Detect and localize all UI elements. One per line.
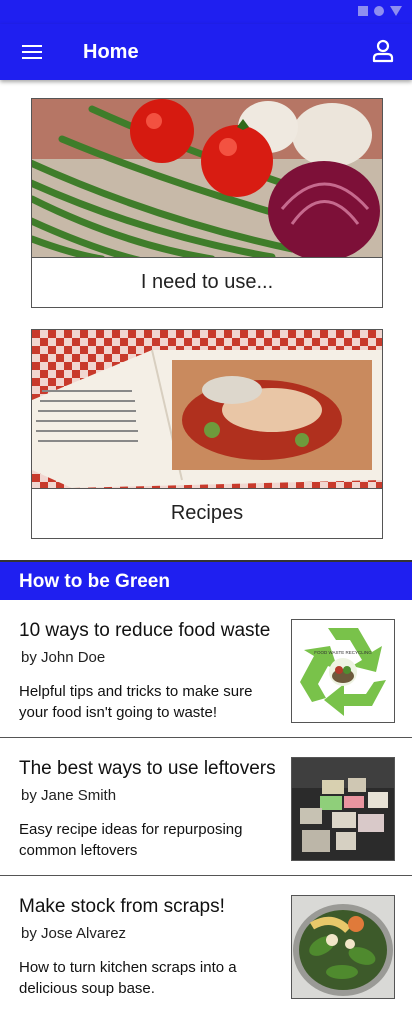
ingredients-card-label: I need to use... [140,271,274,293]
article-author: by Jose Alvarez [21,925,127,942]
hamburger-menu-icon[interactable] [20,40,44,64]
vegetables-image [32,99,382,258]
vegetable-scraps-pot-image [291,895,395,999]
account-icon[interactable] [370,38,396,64]
article-item[interactable]: 10 ways to reduce food waste by John Doe… [0,600,412,738]
article-author: by John Doe [21,649,106,666]
status-icons [358,6,402,16]
article-title: Make stock from scraps! [19,896,225,917]
app-bar: Home [0,24,412,80]
article-title: The best ways to use leftovers [19,758,276,779]
article-title: 10 ways to reduce food waste [19,620,271,641]
ingredients-card[interactable]: I need to use... [31,98,383,308]
section-header: How to be Green [0,560,412,600]
article-description: Helpful tips and tricks to make sure you… [19,683,253,721]
article-item[interactable]: Make stock from scraps! by Jose Alvarez … [0,876,412,1014]
recipe-book-image [32,330,382,489]
section-title: How to be Green [19,571,170,592]
status-circle-icon [374,6,384,16]
svg-text:FOOD WASTE RECYCLING: FOOD WASTE RECYCLING [314,650,372,655]
article-description: How to turn kitchen scraps into a delici… [19,959,237,997]
wifi-triangle-icon [390,6,402,16]
page-title: Home [83,41,139,63]
status-bar [0,0,412,24]
article-item[interactable]: The best ways to use leftovers by Jane S… [0,738,412,876]
article-author: by Jane Smith [21,787,117,804]
recycling-logo-image: FOOD WASTE RECYCLING [291,619,395,723]
leftover-containers-image [291,757,395,861]
signal-square-icon [358,6,368,16]
recipes-card-label: Recipes [170,502,244,524]
article-description: Easy recipe ideas for repurposing common… [19,821,243,859]
recipes-card[interactable]: Recipes [31,329,383,539]
